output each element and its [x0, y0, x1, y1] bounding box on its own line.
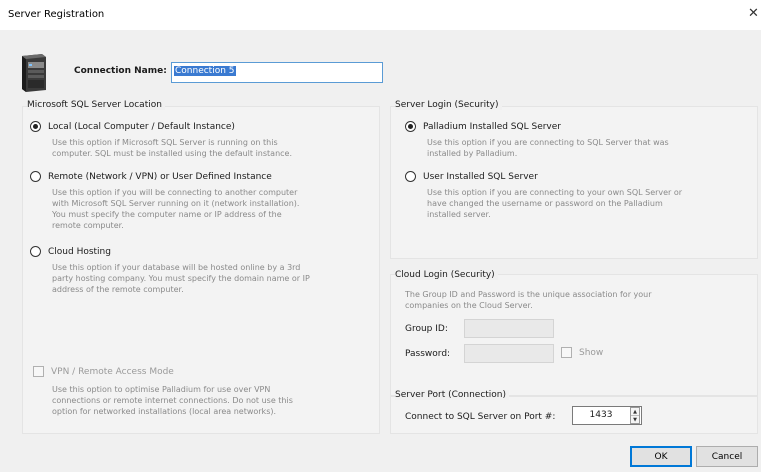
title-bar: Server Registration ✕ — [0, 0, 761, 30]
connection-name-input[interactable]: Connection 5 — [171, 62, 383, 83]
desc-line: connections or remote internet connectio… — [52, 396, 293, 405]
vpn-checkbox-row[interactable]: VPN / Remote Access Mode — [33, 366, 174, 377]
radio-local[interactable]: Local (Local Computer / Default Instance… — [30, 121, 235, 132]
desc-line: Use this option if your database will be… — [52, 263, 301, 272]
desc-line: Use this option if you will be connectin… — [52, 188, 298, 197]
port-label: Connect to SQL Server on Port #: — [405, 412, 556, 422]
group-id-input[interactable] — [464, 319, 554, 338]
server-tower-icon — [22, 54, 46, 92]
desc-line: installed server. — [427, 210, 491, 219]
radio-palladium-sql-desc: Use this option if you are connecting to… — [427, 137, 669, 159]
cloud-login-title: Cloud Login (Security) — [395, 270, 498, 280]
desc-line: have changed the username or password on… — [427, 199, 663, 208]
desc-line: The Group ID and Password is the unique … — [405, 290, 652, 299]
radio-user-sql-circle[interactable] — [405, 171, 416, 182]
radio-cloud-desc: Use this option if your database will be… — [52, 262, 310, 295]
radio-remote-label: Remote (Network / VPN) or User Defined I… — [48, 171, 272, 182]
desc-line: Use this option if you are connecting to… — [427, 188, 683, 197]
desc-line: companies on the Cloud Server. — [405, 301, 533, 310]
ok-button[interactable]: OK — [630, 446, 692, 467]
radio-palladium-sql-label: Palladium Installed SQL Server — [423, 121, 561, 132]
radio-cloud-label: Cloud Hosting — [48, 246, 111, 257]
group-id-label: Group ID: — [405, 324, 448, 334]
show-password-checkbox[interactable] — [561, 347, 572, 358]
vpn-checkbox[interactable] — [33, 366, 44, 377]
connection-name-label: Connection Name: — [74, 66, 167, 76]
desc-line: party hosting company. You must specify … — [52, 274, 310, 283]
desc-line: installed by Palladium. — [427, 149, 518, 158]
show-password-label: Show — [579, 347, 604, 358]
desc-line: computer. SQL must be installed using th… — [52, 149, 292, 158]
desc-line: You must specify the computer name or IP… — [52, 210, 282, 219]
window-title: Server Registration — [8, 9, 105, 20]
cloud-login-desc: The Group ID and Password is the unique … — [405, 289, 652, 311]
radio-user-sql-label: User Installed SQL Server — [423, 171, 538, 182]
radio-remote[interactable]: Remote (Network / VPN) or User Defined I… — [30, 171, 272, 182]
desc-line: option for networked installations (loca… — [52, 407, 277, 416]
radio-local-desc: Use this option if Microsoft SQL Server … — [52, 137, 292, 159]
radio-palladium-sql[interactable]: Palladium Installed SQL Server — [405, 121, 561, 132]
radio-local-label: Local (Local Computer / Default Instance… — [48, 121, 235, 132]
password-input[interactable] — [464, 344, 554, 363]
port-spinner[interactable]: ▲ ▼ — [630, 407, 640, 424]
spin-down-icon[interactable]: ▼ — [631, 416, 639, 424]
radio-user-sql-desc: Use this option if you are connecting to… — [427, 187, 682, 220]
connection-name-value: Connection 5 — [174, 66, 236, 76]
desc-line: Use this option to optimise Palladium fo… — [52, 385, 271, 394]
vpn-label: VPN / Remote Access Mode — [51, 366, 174, 377]
radio-local-circle[interactable] — [30, 121, 41, 132]
radio-remote-circle[interactable] — [30, 171, 41, 182]
desc-line: address of the remote computer. — [52, 285, 184, 294]
radio-cloud[interactable]: Cloud Hosting — [30, 246, 111, 257]
desc-line: remote computer. — [52, 221, 124, 230]
password-label: Password: — [405, 349, 451, 359]
radio-user-sql[interactable]: User Installed SQL Server — [405, 171, 538, 182]
radio-palladium-sql-circle[interactable] — [405, 121, 416, 132]
sql-location-title: Microsoft SQL Server Location — [27, 100, 165, 110]
close-icon[interactable]: ✕ — [748, 6, 759, 21]
desc-line: Use this option if Microsoft SQL Server … — [52, 138, 278, 147]
show-password-row[interactable]: Show — [561, 347, 603, 358]
server-login-title: Server Login (Security) — [395, 100, 502, 110]
dialog-body: Connection Name: Connection 5 Microsoft … — [0, 30, 761, 472]
desc-line: with Microsoft SQL Server running on it … — [52, 199, 300, 208]
desc-line: Use this option if you are connecting to… — [427, 138, 669, 147]
vpn-desc: Use this option to optimise Palladium fo… — [52, 384, 293, 417]
spin-up-icon[interactable]: ▲ — [631, 408, 639, 416]
cancel-button[interactable]: Cancel — [696, 446, 758, 467]
radio-cloud-circle[interactable] — [30, 246, 41, 257]
radio-remote-desc: Use this option if you will be connectin… — [52, 187, 299, 231]
server-port-title: Server Port (Connection) — [395, 390, 510, 400]
